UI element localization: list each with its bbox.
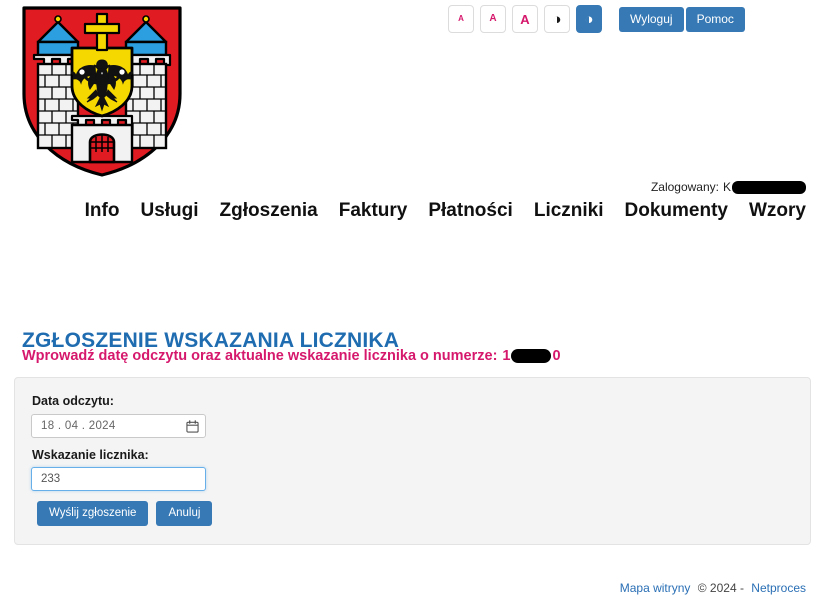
date-input-value: 18 . 04 . 2024	[41, 420, 116, 432]
contrast-normal-button[interactable]: ◑	[544, 5, 570, 33]
date-field-label: Data odczytu:	[32, 394, 114, 408]
copyright-text: © 2024 -	[697, 581, 744, 595]
nav-item-uslugi[interactable]: Usługi	[140, 200, 198, 222]
top-actions: Wyloguj Pomoc	[619, 7, 745, 33]
meter-reading-input[interactable]: 233	[31, 467, 206, 491]
nav-item-faktury[interactable]: Faktury	[339, 200, 408, 222]
meter-reading-form-panel: Data odczytu: 18 . 04 . 2024 Wskazanie l…	[14, 377, 811, 545]
letter-a-icon: A	[458, 14, 464, 23]
meter-number-suffix: 0	[552, 348, 561, 364]
font-size-medium-button[interactable]: A	[480, 5, 506, 33]
company-link[interactable]: Netproces	[751, 581, 806, 595]
letter-a-icon: A	[520, 11, 530, 27]
contrast-high-button[interactable]: ◑	[576, 5, 602, 33]
calendar-icon[interactable]	[186, 419, 199, 433]
logout-button[interactable]: Wyloguj	[619, 7, 684, 33]
contrast-circle-icon: ◑	[552, 10, 562, 28]
redacted-username-bar	[732, 180, 806, 194]
contrast-circle-icon: ◑	[584, 10, 594, 28]
font-size-large-button[interactable]: A	[512, 5, 538, 33]
submit-report-button[interactable]: Wyślij zgłoszenie	[37, 501, 149, 526]
nav-item-platnosci[interactable]: Płatności	[428, 200, 512, 222]
page-subtitle-text: Wprowadź datę odczytu oraz aktualne wska…	[22, 348, 498, 364]
coat-of-arms-icon	[22, 6, 182, 177]
font-size-small-button[interactable]: A	[448, 5, 474, 33]
coat-of-arms	[8, 2, 196, 180]
reading-field-label: Wskazanie licznika:	[32, 448, 149, 462]
sitemap-link[interactable]: Mapa witryny	[620, 581, 691, 595]
accessibility-toolbar: A A A ◑ ◑	[448, 5, 602, 33]
letter-a-icon: A	[489, 13, 497, 24]
main-navigation: Info Usługi Zgłoszenia Faktury Płatności…	[85, 200, 806, 222]
logged-in-label: Zalogowany:	[650, 180, 719, 194]
nav-item-liczniki[interactable]: Liczniki	[534, 200, 604, 222]
nav-item-dokumenty[interactable]: Dokumenty	[625, 200, 728, 222]
footer: Mapa witryny © 2024 - Netproces	[620, 581, 806, 595]
date-input[interactable]: 18 . 04 . 2024	[31, 414, 206, 438]
nav-item-info[interactable]: Info	[85, 200, 120, 222]
meter-reading-value: 233	[41, 473, 61, 485]
help-button[interactable]: Pomoc	[685, 7, 745, 33]
form-actions: Wyślij zgłoszenie Anuluj	[37, 501, 213, 526]
nav-item-zgloszenia[interactable]: Zgłoszenia	[220, 200, 318, 222]
nav-item-wzory[interactable]: Wzory	[749, 200, 806, 222]
meter-number-prefix: 1	[502, 348, 511, 364]
logged-in-username: K	[722, 180, 731, 194]
logged-in-status: Zalogowany: K	[651, 180, 806, 194]
page-subtitle: Wprowadź datę odczytu oraz aktualne wska…	[22, 348, 561, 364]
redacted-meter-number-bar	[511, 349, 552, 363]
cancel-button[interactable]: Anuluj	[156, 501, 213, 526]
